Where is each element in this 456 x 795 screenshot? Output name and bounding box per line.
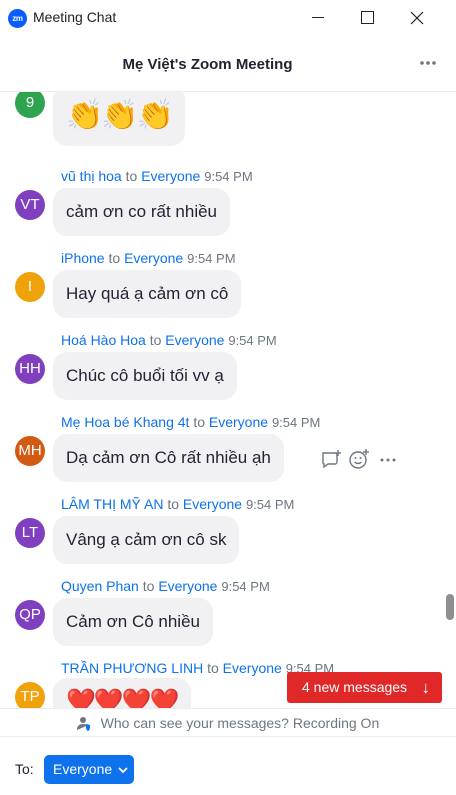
message-bubble: 👏👏👏 xyxy=(53,92,186,146)
reply-button[interactable] xyxy=(320,448,342,470)
sender-name[interactable]: vũ thị hoa xyxy=(61,168,122,184)
recipient-dropdown[interactable]: Everyone xyxy=(44,755,135,784)
chat-scrollbar[interactable] xyxy=(444,92,456,708)
close-icon xyxy=(410,11,424,25)
chat-composer: To: Everyone xyxy=(0,736,456,795)
recipient-value: Everyone xyxy=(53,761,113,777)
recipient-name: Everyone xyxy=(158,578,218,594)
avatar: VT xyxy=(15,190,45,220)
message-meta: iPhone to Everyone 9:54 PM xyxy=(61,250,236,266)
recipient-name: Everyone xyxy=(182,496,243,512)
sender-name[interactable]: LÂM THỊ MỸ AN xyxy=(61,496,163,512)
window-title: Meeting Chat xyxy=(33,9,117,25)
privacy-text: Who can see your messages? Recording On xyxy=(100,715,380,731)
meeting-title: Mẹ Việt's Zoom Meeting xyxy=(122,56,293,73)
timestamp: 9:54 PM xyxy=(221,579,270,594)
message-meta: Mẹ Hoa bé Khang 4t to Everyone 9:54 PM xyxy=(61,414,320,430)
avatar: I xyxy=(15,272,45,302)
to-word: to xyxy=(142,578,155,594)
new-messages-button[interactable]: 4 new messages ↓ xyxy=(287,672,442,703)
message-meta: vũ thị hoa to Everyone 9:54 PM xyxy=(61,168,253,184)
timestamp: 9:54 PM xyxy=(228,333,277,348)
message-meta: Quyen Phan to Everyone 9:54 PM xyxy=(61,578,270,594)
recipient-name: Everyone xyxy=(208,414,269,430)
sender-name[interactable]: Mẹ Hoa bé Khang 4t xyxy=(61,414,189,430)
recipient-name: Everyone xyxy=(124,250,184,266)
reaction-icon xyxy=(349,449,369,469)
message-bubble: Chúc cô buổi tối vv ạ xyxy=(53,352,237,400)
more-options-button[interactable] xyxy=(418,56,438,70)
avatar: MH xyxy=(15,436,45,466)
user-shield-icon xyxy=(76,717,90,732)
to-word: to xyxy=(167,496,180,512)
window-titlebar: zm Meeting Chat xyxy=(0,0,456,36)
more-icon xyxy=(380,458,396,462)
timestamp: 9:54 PM xyxy=(204,169,253,184)
message-bubble: Cảm ơn Cô nhiều xyxy=(53,598,213,646)
ellipsis-icon xyxy=(420,61,436,65)
message-bubble: cảm ơn co rất nhiều xyxy=(53,188,230,236)
avatar: HH xyxy=(15,354,45,384)
recipient-name: Everyone xyxy=(165,332,225,348)
to-word: to xyxy=(125,168,138,184)
to-word: to xyxy=(108,250,121,266)
sender-name[interactable]: Hoá Hào Hoa xyxy=(61,332,146,348)
sender-name[interactable]: Quyen Phan xyxy=(61,578,139,594)
reply-icon xyxy=(322,450,341,469)
avatar: LT xyxy=(15,518,45,548)
privacy-notice[interactable]: Who can see your messages? Recording On xyxy=(0,708,456,736)
chat-message-list[interactable]: 9 👏👏👏 vũ thị hoa to Everyone 9:54 PM VT … xyxy=(0,92,444,708)
avatar: TP xyxy=(15,682,45,708)
avatar: 9 xyxy=(15,92,45,118)
sender-name[interactable]: iPhone xyxy=(61,250,105,266)
add-reaction-button[interactable] xyxy=(348,448,370,470)
message-bubble: Hay quá ạ cảm ơn cô xyxy=(53,270,242,318)
message-bubble: Dạ cảm ơn Cô rất nhiều ạh xyxy=(53,434,284,482)
avatar: QP xyxy=(15,600,45,630)
timestamp: 9:54 PM xyxy=(187,251,236,266)
sender-name[interactable]: TRẦN PHƯƠNG LINH xyxy=(61,660,203,676)
recipient-name: Everyone xyxy=(141,168,201,184)
message-bubble: ❤️❤️❤️❤️ xyxy=(53,678,191,708)
message-meta: LÂM THỊ MỸ AN to Everyone 9:54 PM xyxy=(61,496,294,512)
timestamp: 9:54 PM xyxy=(245,497,295,512)
to-word: to xyxy=(207,660,219,676)
chevron-down-icon xyxy=(118,756,128,795)
to-label: To: xyxy=(15,761,34,777)
timestamp: 9:54 PM xyxy=(271,415,321,430)
maximize-button[interactable] xyxy=(342,0,388,36)
message-meta: Hoá Hào Hoa to Everyone 9:54 PM xyxy=(61,332,277,348)
message-bubble: Vâng ạ cảm ơn cô sk xyxy=(53,516,240,564)
minimize-button[interactable] xyxy=(296,0,342,36)
chat-header: Mẹ Việt's Zoom Meeting xyxy=(0,36,456,92)
arrow-down-icon: ↓ xyxy=(421,678,431,697)
message-more-button[interactable] xyxy=(377,448,399,470)
close-button[interactable] xyxy=(400,0,446,36)
to-word: to xyxy=(149,332,162,348)
zoom-logo-icon: zm xyxy=(8,9,27,28)
recipient-name: Everyone xyxy=(222,660,282,676)
new-messages-label: 4 new messages xyxy=(302,679,408,695)
to-word: to xyxy=(193,414,205,430)
scroll-thumb[interactable] xyxy=(446,594,454,620)
